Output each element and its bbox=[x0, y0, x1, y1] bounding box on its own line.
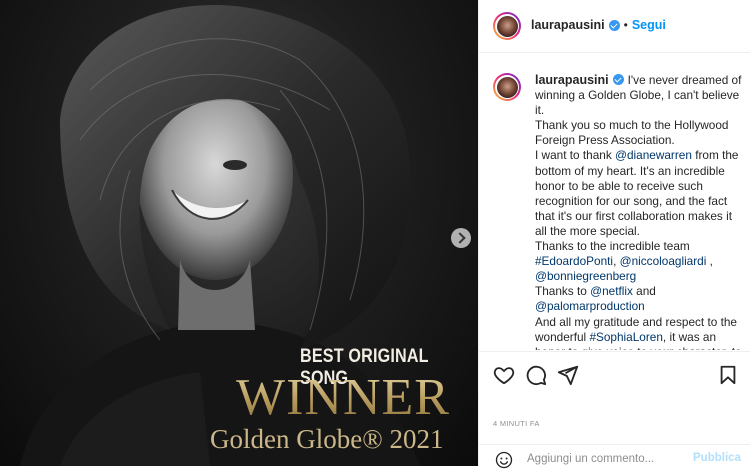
header-user-row: laurapausini • Segui bbox=[531, 18, 666, 32]
mention-bonniegreenberg-link[interactable]: @bonniegreenberg bbox=[535, 269, 636, 283]
poster-award-text: Golden Globe® 2021 bbox=[210, 424, 444, 454]
avatar[interactable] bbox=[493, 12, 521, 40]
emoji-icon[interactable] bbox=[495, 451, 513, 469]
caption-p3-before: I want to thank bbox=[535, 148, 616, 163]
comment-icon[interactable] bbox=[525, 364, 547, 386]
mention-netflix-link[interactable]: @netflix bbox=[590, 284, 633, 298]
caption-avatar[interactable] bbox=[493, 73, 521, 101]
hashtag-sophialoren-link[interactable]: #SophiaLoren bbox=[589, 330, 662, 344]
paper-plane-icon[interactable] bbox=[557, 364, 579, 386]
post-image[interactable]: BEST ORIGINAL SONG WINNER Golden Globe® … bbox=[0, 0, 478, 466]
caption-p4: Thanks to the incredible team bbox=[535, 239, 690, 254]
mention-palomarproduction-link[interactable]: @palomarproduction bbox=[535, 299, 645, 313]
post-side-panel: laurapausini • Segui laurapausini I've ne… bbox=[478, 0, 750, 469]
username-link[interactable]: laurapausini bbox=[531, 18, 605, 32]
comment-input[interactable] bbox=[527, 451, 687, 467]
publish-button[interactable]: Pubblica bbox=[693, 452, 741, 464]
mention-niccoloagliardi-link[interactable]: @niccoloagliardi bbox=[620, 254, 707, 268]
verified-badge-icon bbox=[612, 74, 624, 85]
follow-button[interactable]: Segui bbox=[632, 18, 666, 32]
action-bar bbox=[479, 351, 750, 398]
caption-p2: Thank you so much to the Hollywood Forei… bbox=[535, 118, 729, 148]
verified-badge-icon bbox=[608, 19, 620, 31]
likes-row bbox=[479, 397, 750, 415]
bookmark-icon[interactable] bbox=[717, 364, 739, 386]
caption-area: laurapausini I've never dreamed of winnin… bbox=[479, 53, 750, 350]
hashtag-edoardoponti-link[interactable]: #EdoardoPonti bbox=[535, 254, 613, 268]
separator-dot: • bbox=[623, 18, 628, 32]
post-header: laurapausini • Segui bbox=[479, 0, 750, 53]
caption-username-link[interactable]: laurapausini bbox=[535, 73, 609, 87]
chevron-right-icon bbox=[454, 232, 466, 244]
caption-p6-after: and bbox=[632, 284, 656, 299]
caption-p6-before: Thanks to bbox=[535, 284, 591, 299]
mention-dianewarren-link[interactable]: @dianewarren bbox=[615, 148, 692, 162]
heart-icon[interactable] bbox=[493, 364, 515, 386]
next-image-button[interactable] bbox=[451, 228, 471, 248]
comment-bar: Pubblica bbox=[479, 444, 750, 469]
caption-text: laurapausini I've never dreamed of winnin… bbox=[535, 73, 747, 350]
poster-winner-text: WINNER bbox=[236, 368, 476, 427]
comma-separator: , bbox=[706, 254, 713, 269]
post-timestamp[interactable]: 4 MINUTI FA bbox=[493, 419, 540, 428]
